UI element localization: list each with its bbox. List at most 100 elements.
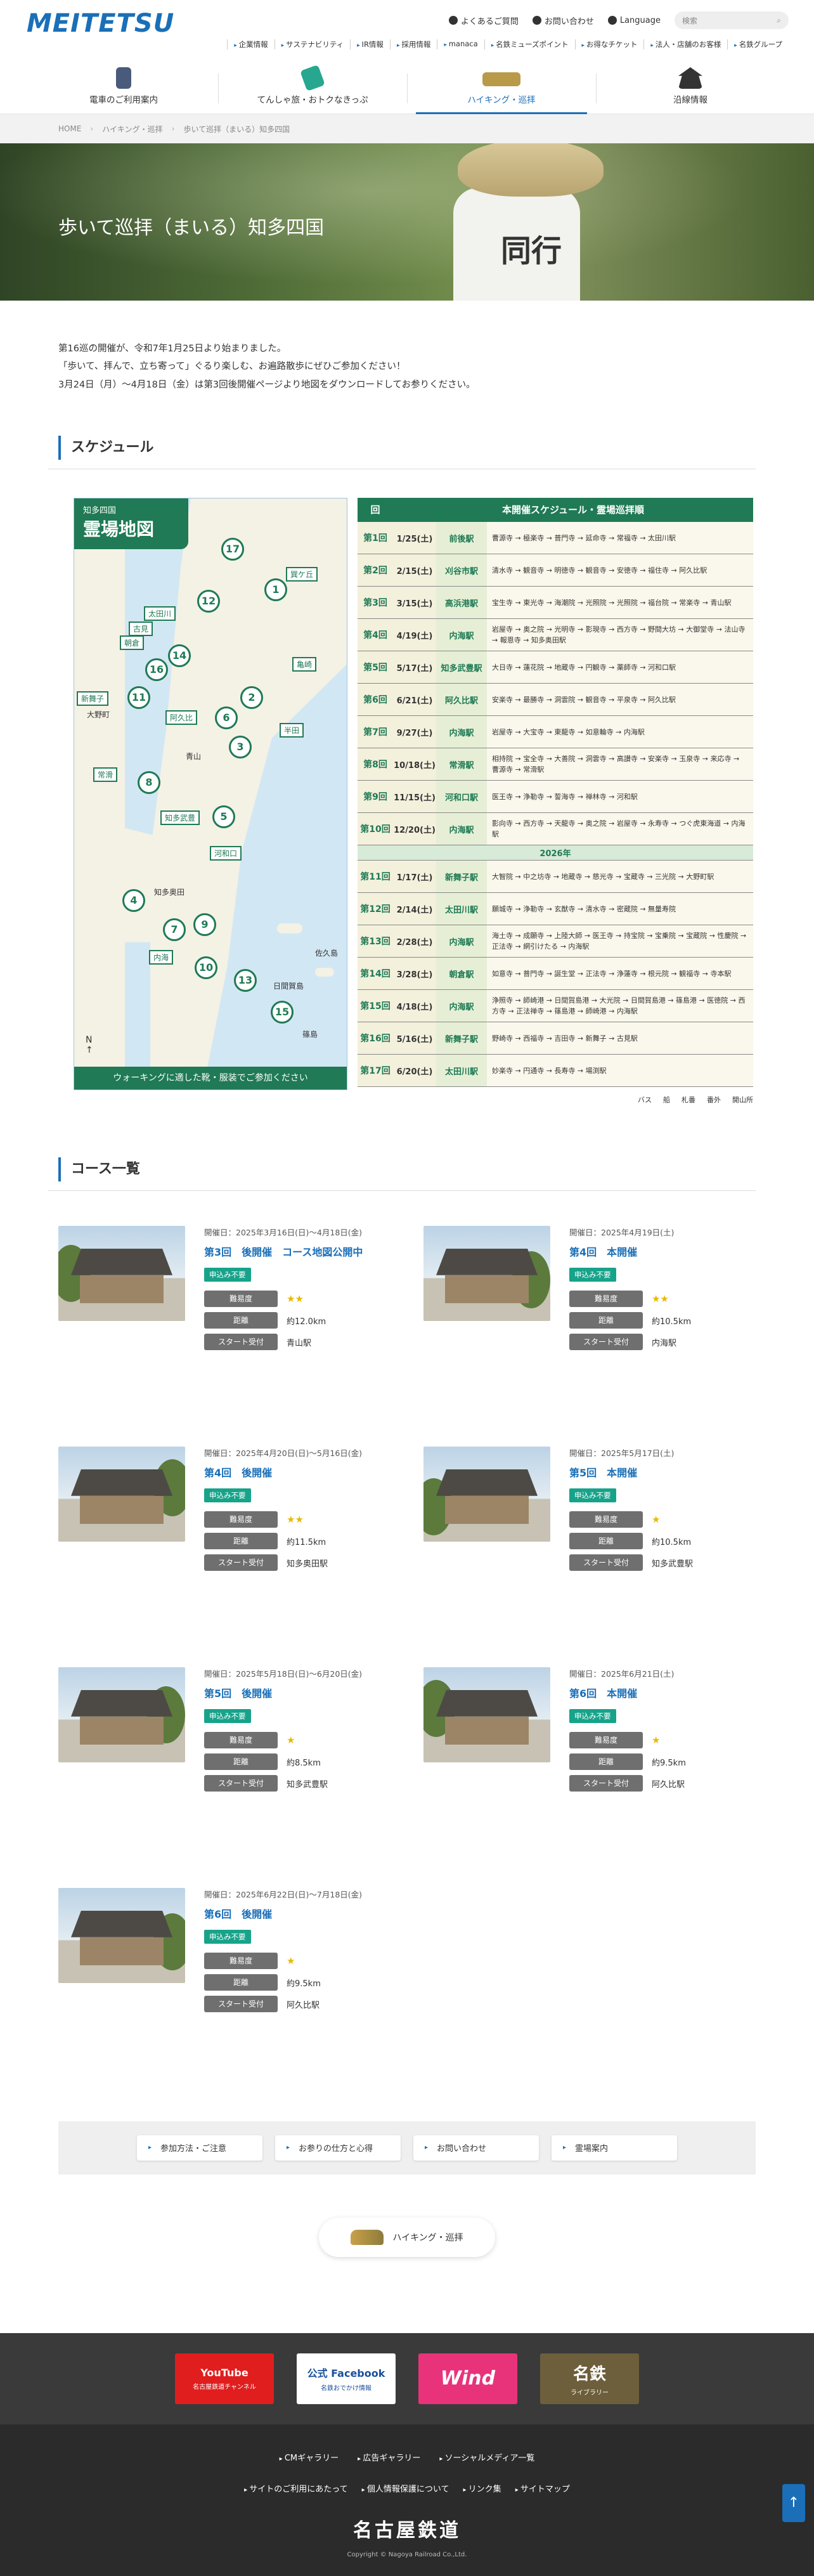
breadcrumb-home[interactable]: HOME (58, 124, 81, 133)
temple-marker[interactable]: 4 (122, 888, 145, 912)
breadcrumb-hiking[interactable]: ハイキング・巡拝 (102, 124, 162, 134)
course-title[interactable]: 第5回 後開催 (204, 1686, 391, 1702)
temple-marker[interactable]: 6 (215, 706, 238, 729)
distance-value: 約9.5km (652, 1758, 686, 1768)
start-label: スタート受付 (204, 1775, 278, 1792)
station-label: 常滑 (93, 767, 118, 782)
sublink[interactable]: サステナビリティ (274, 39, 350, 49)
sublink[interactable]: 企業情報 (227, 39, 274, 49)
course-title[interactable]: 第3回 後開催 コース地図公開中 (204, 1244, 391, 1261)
footer-link[interactable]: ソーシャルメディア一覧 (439, 2451, 535, 2463)
temple-photo[interactable] (423, 1667, 550, 1762)
schedule-row: 第10回 12/20(土) 内海駅 影向寺 → 西方寺 → 天龍寺 → 奥之院 → 岩… (358, 812, 753, 846)
back-to-top-button[interactable]: ↑ (782, 2483, 805, 2522)
temple-photo[interactable] (423, 1446, 550, 1542)
temple-marker[interactable]: 15 (271, 1000, 294, 1024)
temple-marker[interactable]: 5 (212, 805, 235, 828)
difficulty-label: 難易度 (204, 1511, 278, 1528)
sublink[interactable]: 法人・店舗のお客様 (643, 39, 727, 49)
footer-link[interactable]: CMギャラリー (280, 2451, 339, 2463)
session-date: 11/15(土) (393, 780, 436, 814)
link-participation[interactable]: 参加方法・ご注意 (137, 2135, 262, 2161)
temple-marker[interactable]: 12 (197, 589, 220, 613)
session-route: 岩屋寺 → 大宝寺 → 東龍寺 → 如意輪寺 → 内海駅 (487, 715, 753, 749)
temple-marker[interactable]: 7 (163, 918, 186, 941)
temple-photo[interactable] (423, 1225, 550, 1321)
faq-link[interactable]: よくあるご質問 (448, 15, 519, 27)
course-date: 開催日：2025年6月22日(日)～7月18日(金) (204, 1889, 363, 1899)
schedule-legend: バス 船 札番 番外 開山所 (638, 1096, 753, 1105)
course-title[interactable]: 第6回 後開催 (204, 1906, 391, 1923)
session-no: 第9回 (358, 780, 393, 814)
course-card[interactable]: 開催日：2025年4月19日(土) 第4回 本開催 申込み不要 難易度 ★★ 距離 約10.… (423, 1225, 756, 1408)
search-input[interactable]: 検索 ⌕ (675, 11, 789, 29)
contact-link[interactable]: お問い合わせ (532, 15, 594, 27)
schedule-row: 第15回 4/18(土) 内海駅 浄照寺 → 師崎港 → 日間賀島港 → 大光院 → … (358, 989, 753, 1023)
footer-link[interactable]: 広告ギャラリー (358, 2451, 420, 2463)
session-station: 高浜港駅 (436, 586, 487, 620)
footer-link[interactable]: サイトマップ (515, 2482, 570, 2494)
temple-marker[interactable]: 13 (234, 968, 257, 992)
gnav-train-guide[interactable]: 電車のご利用案内 (38, 63, 209, 114)
schedule-row: 第7回 9/27(土) 内海駅 岩屋寺 → 大宝寺 → 東龍寺 → 如意輪寺 → 内海… (358, 715, 753, 749)
link-temple-guide[interactable]: 霊場案内 (552, 2135, 677, 2161)
language-link[interactable]: Language (607, 16, 661, 25)
course-card[interactable]: 開催日：2025年5月18日(日)～6月20日(金) 第5回 後開催 申込み不要 難易… (58, 1667, 391, 1850)
footer-link[interactable]: 個人情報保護について (362, 2482, 449, 2494)
meitetsu-logo[interactable]: MEITETSU (27, 9, 174, 38)
search-icon[interactable]: ⌕ (777, 16, 781, 25)
temple-photo[interactable] (58, 1225, 185, 1321)
pilgrimage-map[interactable]: 知多四国 霊場地図 17 1 12 14 16 11 2 6 3 8 5 4 7 … (74, 497, 347, 1090)
robe-calligraphy: 同行 (501, 233, 562, 269)
temple-marker[interactable]: 9 (193, 913, 216, 936)
temple-marker[interactable]: 3 (229, 735, 252, 758)
sublink[interactable]: 名鉄ミューズポイント (484, 39, 575, 49)
temple-marker[interactable]: 1 (264, 578, 287, 601)
sublink[interactable]: 採用情報 (389, 39, 437, 49)
session-date: 10/18(土) (393, 748, 436, 781)
temple-marker[interactable]: 8 (138, 771, 160, 794)
temple-marker[interactable]: 17 (221, 537, 244, 561)
temple-marker[interactable]: 16 (145, 658, 168, 681)
course-card[interactable]: 開催日：2025年6月22日(日)～7月18日(金) 第6回 後開催 申込み不要 難易… (58, 1887, 391, 2071)
course-card[interactable]: 開催日：2025年5月17日(土) 第5回 本開催 申込み不要 難易度 ★ 距離 約10.5… (423, 1446, 756, 1629)
gnav-tickets[interactable]: てんしゃ旅・おトクなきっぷ (227, 63, 398, 114)
course-card[interactable]: 開催日：2025年4月20日(日)～5月16日(金) 第4回 後開催 申込み不要 難易… (58, 1446, 391, 1629)
session-route: 如意寺 → 普門寺 → 誕生堂 → 正法寺 → 浄蓮寺 → 根元院 → 観福寺 … (487, 957, 753, 991)
course-title[interactable]: 第5回 本開催 (569, 1465, 756, 1481)
station-label: 阿久比 (165, 710, 198, 725)
temple-marker[interactable]: 2 (240, 686, 263, 709)
map-footer: ウォーキングに適した靴・服装でご参加ください (74, 1066, 347, 1090)
difficulty-label: 難易度 (204, 1291, 278, 1308)
footer-link[interactable]: サイトのご利用にあたって (244, 2482, 347, 2494)
course-title[interactable]: 第6回 本開催 (569, 1686, 756, 1702)
sublink[interactable]: 名鉄グループ (727, 39, 789, 49)
course-title[interactable]: 第4回 後開催 (204, 1465, 391, 1481)
temple-marker[interactable]: 10 (195, 956, 217, 979)
footer-link[interactable]: リンク集 (463, 2482, 501, 2494)
link-etiquette[interactable]: お参りの仕方と心得 (275, 2135, 401, 2161)
no-registration-badge: 申込み不要 (204, 1709, 251, 1724)
temple-photo[interactable] (58, 1887, 185, 1983)
sublink[interactable]: manaca (437, 39, 484, 49)
start-value: 内海駅 (652, 1338, 677, 1348)
sublink[interactable]: IR情報 (350, 39, 390, 49)
course-card[interactable]: 開催日：2025年6月21日(土) 第6回 本開催 申込み不要 難易度 ★ 距離 約9.5k… (423, 1667, 756, 1850)
temple-marker[interactable]: 14 (168, 644, 191, 667)
gnav-area-info[interactable]: 沿線情報 (605, 63, 776, 114)
sublink[interactable]: お得なチケット (574, 39, 644, 49)
wind-banner[interactable]: Wind (418, 2353, 517, 2404)
gnav-hiking[interactable]: ハイキング・巡拝 (416, 63, 587, 114)
hiking-back-button[interactable]: ハイキング・巡拝 (319, 2218, 495, 2257)
temple-photo[interactable] (58, 1446, 185, 1542)
link-inquiry[interactable]: お問い合わせ (413, 2135, 539, 2161)
facebook-banner[interactable]: 公式 Facebook 名鉄おでかけ情報 (297, 2353, 396, 2404)
library-banner[interactable]: 名鉄 ライブラリー (540, 2353, 639, 2404)
temple-marker[interactable]: 11 (127, 686, 150, 709)
temple-photo[interactable] (58, 1667, 185, 1762)
ticket-icon (300, 64, 325, 92)
distance-value: 約11.5km (287, 1537, 326, 1547)
youtube-banner[interactable]: YouTube 名古屋鉄道チャンネル (175, 2353, 274, 2404)
course-title[interactable]: 第4回 本開催 (569, 1244, 756, 1261)
course-card[interactable]: 開催日：2025年3月16日(日)～4月18日(金) 第3回 後開催 コース地図公… (58, 1225, 391, 1408)
